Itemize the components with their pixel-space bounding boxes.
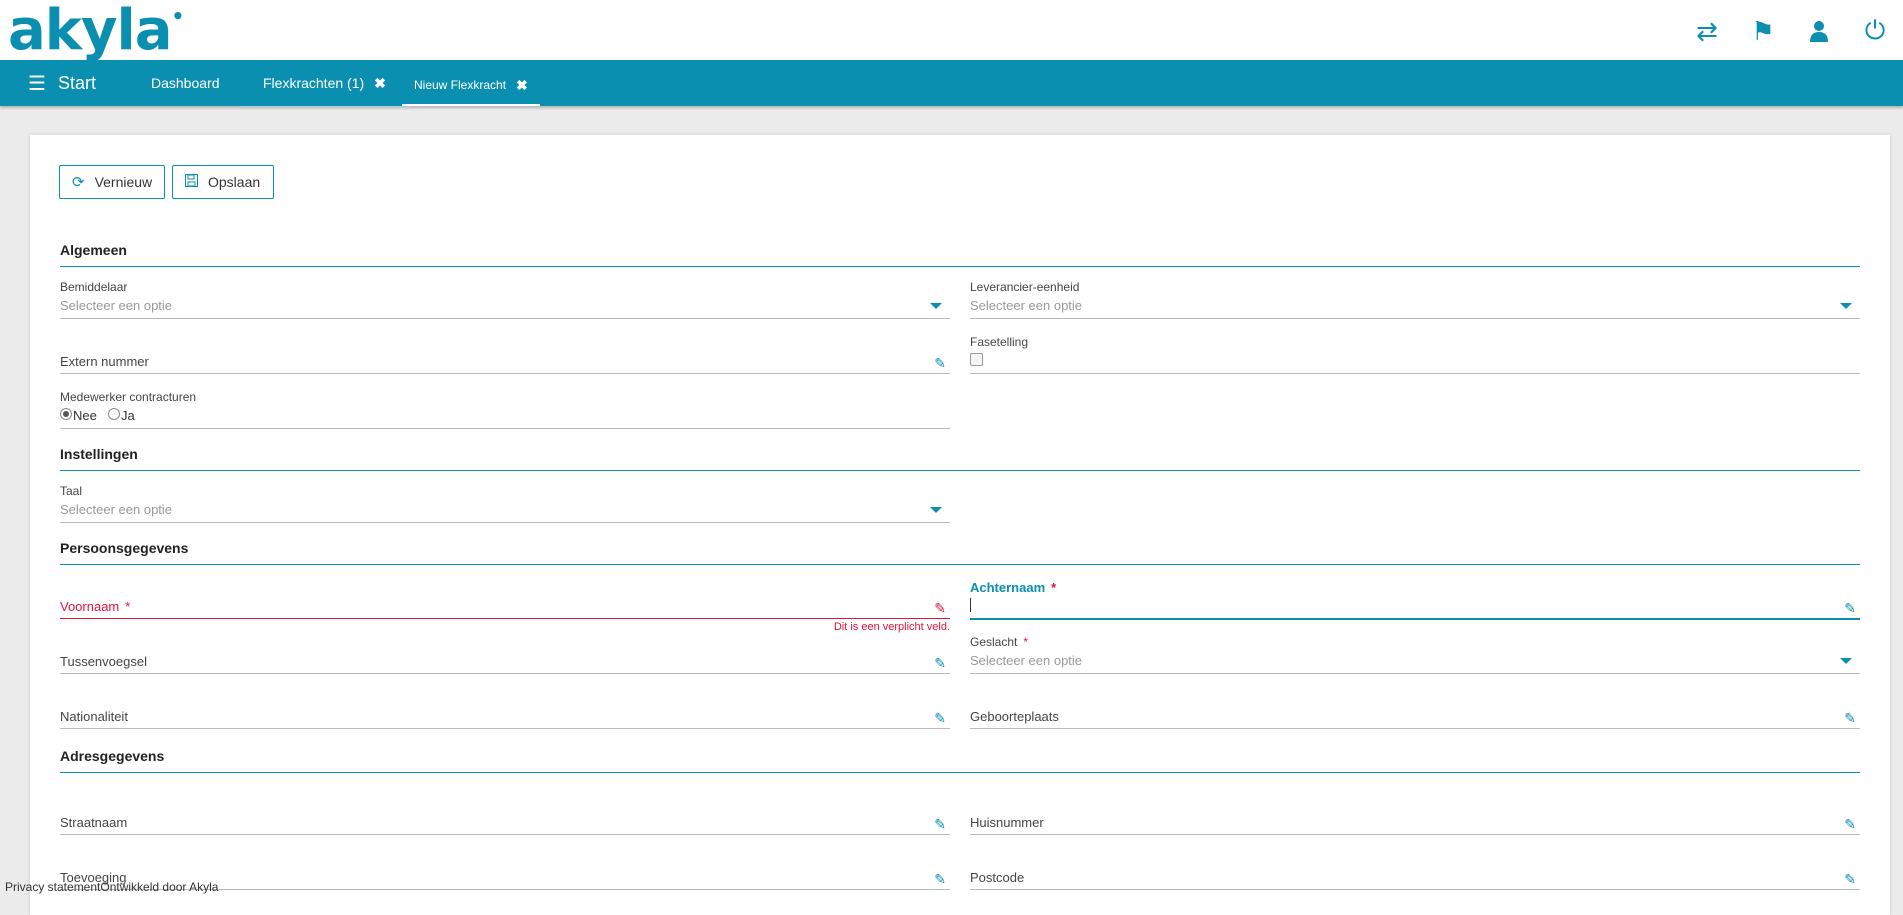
field-label: Tussenvoegsel	[60, 654, 147, 669]
field-label: Bemiddelaar	[60, 280, 128, 294]
achternaam-field[interactable]: Achternaam * ✎	[970, 580, 1860, 620]
select-placeholder: Selecteer een optie	[970, 653, 1083, 668]
close-icon[interactable]: ✖	[374, 75, 386, 92]
fasetelling-field: Fasetelling	[970, 335, 1860, 374]
close-icon[interactable]: ✖	[516, 77, 528, 94]
refresh-label: Vernieuw	[94, 174, 153, 190]
pencil-icon[interactable]: ✎	[934, 871, 946, 888]
power-icon[interactable]: ⏻	[1847, 15, 1903, 46]
tab-flexkrachten[interactable]: Flexkrachten (1) ✖	[239, 60, 410, 107]
tab-label: Nieuw Flexkracht	[414, 78, 507, 92]
user-icon[interactable]	[1791, 16, 1847, 46]
pencil-icon[interactable]: ✎	[1844, 816, 1856, 833]
field-label: Nationaliteit	[60, 709, 128, 724]
pencil-icon[interactable]: ✎	[1844, 600, 1856, 617]
top-icon-bar: ⇄ ⚑ ⏻	[1679, 15, 1903, 46]
tab-label: Flexkrachten (1)	[263, 75, 365, 91]
field-label: Postcode	[970, 870, 1025, 885]
akyla-logo[interactable]: akyla•	[8, 0, 184, 63]
save-icon	[185, 173, 198, 191]
field-label: Achternaam *	[970, 580, 1057, 595]
swap-icon[interactable]: ⇄	[1679, 16, 1735, 46]
field-label: Leverancier-eenheid	[970, 280, 1080, 294]
field-label: Voornaam *	[60, 599, 131, 614]
hamburger-icon: ☰	[28, 72, 46, 95]
field-label: Geboorteplaats	[970, 709, 1059, 724]
postcode-field[interactable]: Postcode ✎	[970, 851, 1860, 890]
save-button[interactable]: Opslaan	[172, 165, 274, 199]
select-placeholder: Selecteer een optie	[60, 298, 173, 313]
page-footer: Privacy statementOntwikkeld door Akyla	[5, 880, 218, 894]
top-header: akyla• ⇄ ⚑ ⏻	[0, 0, 1903, 63]
pencil-icon[interactable]: ✎	[934, 710, 946, 727]
field-label: Taal	[60, 484, 83, 498]
flag-icon[interactable]: ⚑	[1735, 16, 1791, 46]
privacy-statement-link[interactable]: Privacy statement	[5, 880, 100, 894]
leverancier-eenheid-select[interactable]: Leverancier-eenheid Selecteer een optie	[970, 280, 1860, 319]
start-label: Start	[57, 72, 96, 93]
main-navbar: ☰ Start Dashboard Flexkrachten (1) ✖ Nie…	[0, 60, 1903, 107]
caret-down-icon[interactable]	[930, 507, 942, 513]
tab-dashboard[interactable]: Dashboard	[151, 60, 220, 106]
error-message: Dit is een verplicht veld.	[833, 621, 950, 633]
fasetelling-checkbox[interactable]	[970, 353, 983, 366]
start-menu-button[interactable]: ☰ Start	[28, 60, 96, 106]
geboorteplaats-field[interactable]: Geboorteplaats ✎	[970, 690, 1860, 729]
pencil-icon[interactable]: ✎	[1844, 710, 1856, 727]
pencil-icon[interactable]: ✎	[1844, 871, 1856, 888]
refresh-icon: ⟳	[72, 174, 85, 191]
text-cursor	[970, 598, 971, 612]
voornaam-field[interactable]: Voornaam * ✎ Dit is een verplicht veld.	[60, 580, 950, 633]
pencil-icon[interactable]: ✎	[934, 816, 946, 833]
section-instellingen: Instellingen	[60, 442, 1860, 471]
tab-nieuw-flexkracht[interactable]: Nieuw Flexkracht ✖	[402, 66, 540, 106]
save-label: Opslaan	[208, 174, 261, 190]
developer-credit: Ontwikkeld door Akyla	[100, 880, 219, 894]
field-label: Extern nummer	[60, 354, 149, 369]
nationaliteit-field[interactable]: Nationaliteit ✎	[60, 690, 950, 729]
refresh-button[interactable]: ⟳ Vernieuw	[59, 165, 165, 199]
pencil-icon[interactable]: ✎	[934, 600, 946, 617]
section-persoonsgegevens: Persoonsgegevens	[60, 536, 1860, 565]
radio-nee[interactable]	[60, 408, 72, 420]
extern-nummer-field[interactable]: Extern nummer ✎	[60, 335, 950, 374]
huisnummer-field[interactable]: Huisnummer ✎	[970, 796, 1860, 835]
select-placeholder: Selecteer een optie	[970, 298, 1083, 313]
section-algemeen: Algemeen	[60, 238, 1860, 267]
radio-ja-label[interactable]: Ja	[121, 408, 135, 423]
radio-ja[interactable]	[108, 408, 120, 420]
caret-down-icon[interactable]	[1840, 303, 1852, 309]
taal-select[interactable]: Taal Selecteer een optie	[60, 484, 950, 523]
radio-nee-label[interactable]: Nee	[73, 408, 97, 423]
section-adresgegevens: Adresgegevens	[60, 744, 1860, 773]
tussenvoegsel-field[interactable]: Tussenvoegsel ✎	[60, 635, 950, 674]
field-label: Huisnummer	[970, 815, 1044, 830]
bemiddelaar-select[interactable]: Bemiddelaar Selecteer een optie	[60, 280, 950, 319]
field-label: Medewerker contracturen	[60, 390, 197, 404]
field-label: Geslacht *	[970, 635, 1029, 649]
medewerker-contracturen-field: Medewerker contracturen Nee Ja	[60, 390, 950, 429]
field-label: Fasetelling	[970, 335, 1029, 349]
pencil-icon[interactable]: ✎	[934, 355, 946, 372]
field-label: Straatnaam	[60, 815, 128, 830]
caret-down-icon[interactable]	[930, 303, 942, 309]
caret-down-icon[interactable]	[1840, 658, 1852, 664]
straatnaam-field[interactable]: Straatnaam ✎	[60, 796, 950, 835]
tab-label: Dashboard	[151, 75, 220, 91]
geslacht-select[interactable]: Geslacht * Selecteer een optie	[970, 635, 1860, 674]
select-placeholder: Selecteer een optie	[60, 502, 173, 517]
pencil-icon[interactable]: ✎	[934, 655, 946, 672]
form-panel: ⟳ Vernieuw Opslaan Algemeen Bemiddelaar …	[30, 135, 1890, 915]
